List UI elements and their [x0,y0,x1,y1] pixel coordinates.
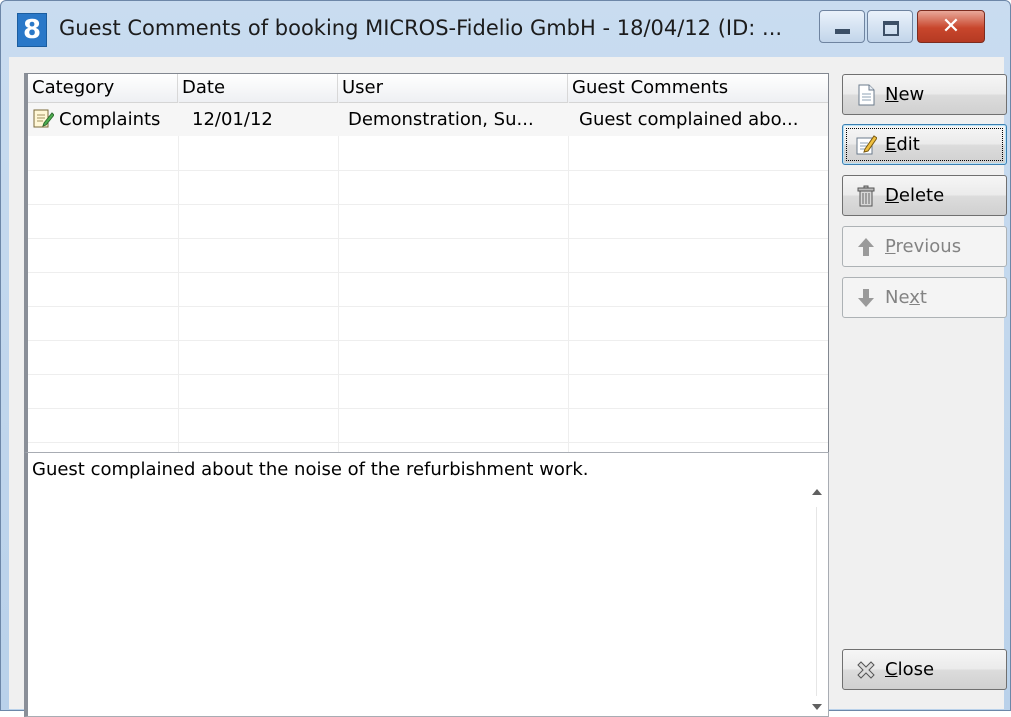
column-header-category[interactable]: Category [28,74,178,102]
column-header-user[interactable]: User [338,74,568,102]
cell-guest-comment: Guest complained abo... [579,109,799,130]
close-icon: ✕ [941,14,961,39]
edit-button[interactable]: Edit [842,124,1007,165]
memo-scrollbar[interactable] [808,455,826,714]
comment-text-area[interactable]: Guest complained about the noise of the … [24,452,829,717]
grid-line [28,408,828,409]
close-icon [857,661,875,679]
scroll-up-icon[interactable] [812,489,822,495]
maximize-button[interactable] [867,10,913,43]
arrow-up-icon [858,238,874,256]
minimize-button[interactable] [819,10,865,43]
title-bar[interactable]: 8 Guest Comments of booking MICROS-Fidel… [1,1,1010,57]
minimize-icon [835,29,850,34]
category-label: Complaints [59,109,161,130]
edit-button-label: Edit [885,134,920,155]
grid-header: Category Date User Guest Comments [28,74,828,103]
dialog-client-area: Category Date User Guest Comments Compla… [9,57,1007,717]
column-header-guest-comments[interactable]: Guest Comments [568,74,828,102]
note-edit-icon [33,109,54,128]
new-button-label: New [885,84,925,105]
new-button[interactable]: New [842,74,1007,115]
guest-comments-window: 8 Guest Comments of booking MICROS-Fidel… [0,0,1011,717]
arrow-down-icon [858,289,874,307]
grid-line [28,272,828,273]
table-row[interactable]: Complaints 12/01/12 Demonstration, Su...… [28,103,828,136]
maximize-icon [883,21,899,36]
column-header-date[interactable]: Date [178,74,338,102]
cell-category: Complaints [28,103,160,136]
grid-divider [338,102,339,507]
comments-grid[interactable]: Category Date User Guest Comments Compla… [24,73,829,508]
new-document-icon [858,84,875,106]
next-button[interactable]: Next [842,277,1007,318]
next-button-label: Next [885,287,927,308]
trash-icon [857,185,875,207]
grid-divider [568,102,569,507]
delete-button[interactable]: Delete [842,175,1007,216]
app-icon: 8 [17,13,47,47]
close-button-label: Close [885,659,935,680]
cell-user: Demonstration, Su... [348,109,534,130]
edit-icon [856,135,877,155]
grid-line [28,374,828,375]
grid-line [28,170,828,171]
previous-button[interactable]: Previous [842,226,1007,267]
scroll-down-icon[interactable] [812,704,822,710]
window-title: Guest Comments of booking MICROS-Fidelio… [59,16,783,40]
scroll-track[interactable] [816,507,817,696]
delete-button-label: Delete [885,185,945,206]
grid-divider [178,102,179,507]
grid-line [28,340,828,341]
close-button[interactable]: Close [842,649,1007,690]
grid-line [28,306,828,307]
cell-date: 12/01/12 [192,109,273,130]
comment-text: Guest complained about the noise of the … [32,459,589,480]
close-window-button[interactable]: ✕ [917,10,985,43]
previous-button-label: Previous [885,236,962,257]
grid-line [28,238,828,239]
grid-line [28,442,828,443]
grid-line [28,204,828,205]
